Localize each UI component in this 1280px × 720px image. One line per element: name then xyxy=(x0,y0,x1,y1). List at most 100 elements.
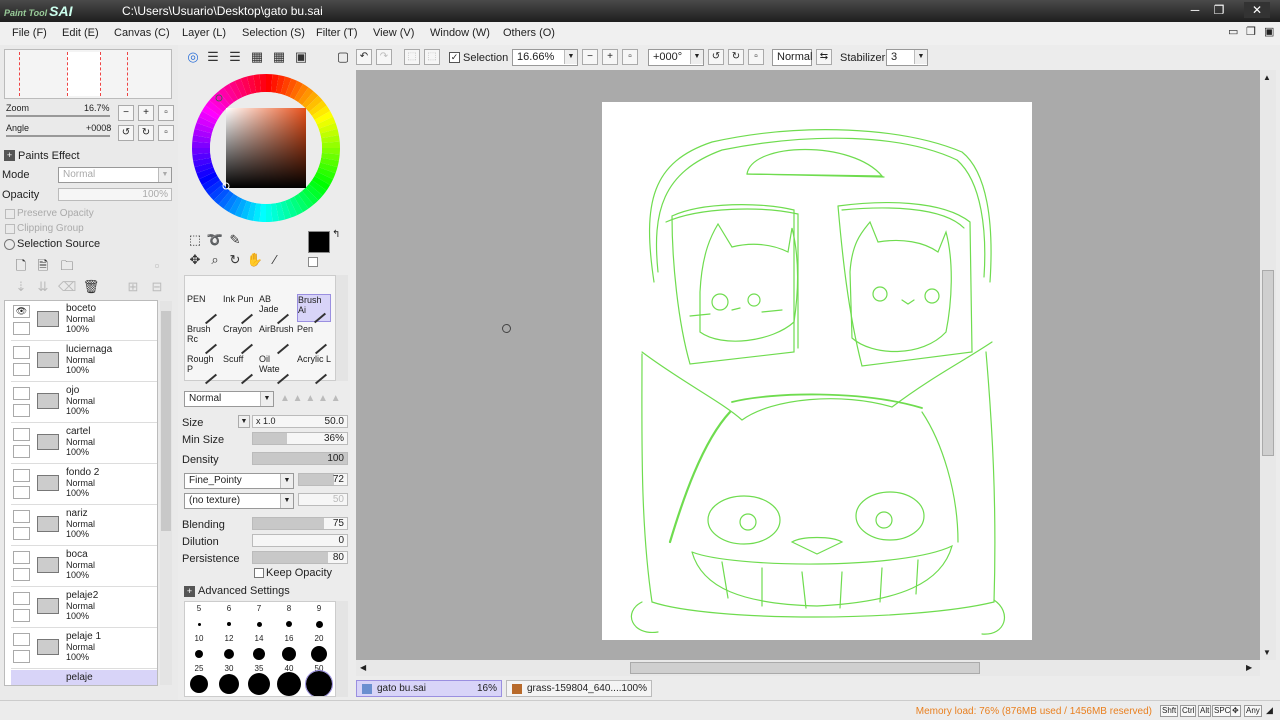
stabilizer-select[interactable]: 3 ▼ xyxy=(886,49,928,66)
deselect-button[interactable]: ⬚ xyxy=(404,49,420,65)
clear-layer-icon[interactable]: ⌫ xyxy=(58,278,76,296)
color-wheel-icon[interactable]: ◎ xyxy=(184,48,202,66)
layer-option-icon[interactable]: ⊟ xyxy=(148,278,166,296)
layer-prop-icon[interactable]: ⊞ xyxy=(124,278,142,296)
rgb-slider-icon[interactable]: ☰ xyxy=(204,48,222,66)
menu-selection[interactable]: Selection (S) xyxy=(242,27,305,39)
brush-airbrush[interactable]: AirBrush xyxy=(259,324,294,355)
brush-shape-buttons[interactable]: ▲ ▲ ▲ ▲ ▲ xyxy=(280,393,350,405)
brush-size-option[interactable] xyxy=(315,620,323,628)
user-swatch-icon[interactable]: ▣ xyxy=(292,48,310,66)
layer-select-checkbox[interactable] xyxy=(13,527,30,540)
zoom-reset-button[interactable]: ▫ xyxy=(158,105,174,121)
mode-select[interactable]: Normal ▼ xyxy=(58,167,172,183)
brush-pen-2[interactable]: Pen xyxy=(297,324,331,355)
brush-size-option[interactable] xyxy=(224,649,234,659)
persistence-slider[interactable]: 80 xyxy=(252,551,348,564)
layer-item[interactable]: boca Normal 100% xyxy=(11,547,157,587)
brush-brush-rc[interactable]: Brush Rc xyxy=(187,324,221,355)
new-layer-icon[interactable]: 🗋 xyxy=(12,257,30,275)
rotate-reset-button[interactable]: ▫ xyxy=(158,125,174,141)
layer-scrollbar[interactable] xyxy=(160,301,172,685)
expand-icon[interactable]: + xyxy=(4,150,15,161)
toolbar-zoom-in[interactable]: + xyxy=(602,49,618,65)
brush-size-option[interactable] xyxy=(195,650,203,658)
hand-icon[interactable]: ✋ xyxy=(246,251,264,269)
eye-icon[interactable] xyxy=(13,551,30,564)
opacity-slider[interactable]: 100% xyxy=(58,188,172,201)
layer-scroll-thumb[interactable] xyxy=(161,311,171,531)
menu-others[interactable]: Others (O) xyxy=(503,27,555,39)
toolbar-zoom-fit[interactable]: ▫ xyxy=(622,49,638,65)
brush-acrylic[interactable]: Acrylic L xyxy=(297,354,331,385)
brush-ink[interactable]: Ink Pun xyxy=(223,294,257,325)
minimize-button[interactable]: ─ xyxy=(1184,2,1206,18)
size-grid-scrollbar[interactable] xyxy=(336,601,348,697)
eye-icon[interactable] xyxy=(13,346,30,359)
brush-size-option[interactable] xyxy=(197,622,201,626)
swap-colors-icon[interactable]: ↰ xyxy=(332,229,340,240)
tab-grass[interactable]: grass-159804_640.... 100% xyxy=(506,680,652,697)
menu-window[interactable]: Window (W) xyxy=(430,27,490,39)
layer-item[interactable]: pelaje xyxy=(11,670,157,685)
lasso-icon[interactable]: ➰ xyxy=(206,231,224,249)
layer-select-checkbox[interactable] xyxy=(13,404,30,417)
scratchpad-icon[interactable]: ▦ xyxy=(270,48,288,66)
eyedropper-icon[interactable]: ⁄ xyxy=(266,251,284,269)
menu-file[interactable]: File (F) xyxy=(12,27,47,39)
brush-rough[interactable]: Rough P xyxy=(187,354,221,385)
close-button[interactable]: ✕ xyxy=(1244,2,1270,18)
zoom-tool-icon[interactable]: ⌕ xyxy=(206,251,224,269)
delete-layer-icon[interactable]: 🗑 xyxy=(82,278,100,296)
flip-button[interactable]: ⇆ xyxy=(816,49,832,65)
layer-select-checkbox[interactable] xyxy=(13,650,30,663)
toolbar-rotate-reset[interactable]: ▫ xyxy=(748,49,764,65)
layer-select-checkbox[interactable] xyxy=(13,322,30,335)
layer-select-checkbox[interactable] xyxy=(13,609,30,622)
merge-down-icon[interactable]: ⇊ xyxy=(34,278,52,296)
hsv-slider-icon[interactable]: ☰ xyxy=(226,48,244,66)
doc-close-icon[interactable]: ▣ xyxy=(1264,25,1274,38)
scroll-right-icon[interactable]: ▶ xyxy=(1246,663,1252,672)
menu-canvas[interactable]: Canvas (C) xyxy=(114,27,170,39)
new-linework-layer-icon[interactable]: 🗎 xyxy=(34,257,52,275)
horizontal-scroll-thumb[interactable] xyxy=(630,662,980,674)
eye-icon[interactable] xyxy=(13,510,30,523)
selection-source-radio[interactable] xyxy=(4,239,15,250)
brush-size-option[interactable] xyxy=(227,622,231,626)
brush-pen[interactable]: PEN xyxy=(187,294,221,325)
eye-icon[interactable] xyxy=(13,428,30,441)
horizontal-scrollbar[interactable]: ◀ ▶ xyxy=(356,660,1260,676)
layer-item[interactable]: cartel Normal 100% xyxy=(11,424,157,464)
keep-opacity-checkbox[interactable] xyxy=(254,568,264,578)
canvas-paper[interactable] xyxy=(602,102,1032,640)
toolbar-rotate-left[interactable]: ↺ xyxy=(708,49,724,65)
tab-gato-bu[interactable]: gato bu.sai 16% xyxy=(356,680,502,697)
rotate-right-button[interactable]: ↻ xyxy=(138,125,154,141)
size-slider[interactable]: x 1.0 50.0 xyxy=(252,415,348,428)
layer-item[interactable]: pelaje2 Normal 100% xyxy=(11,588,157,628)
brush-size-option[interactable] xyxy=(253,648,265,660)
zoom-in-button[interactable]: + xyxy=(138,105,154,121)
layer-item[interactable]: pelaje 1 Normal 100% xyxy=(11,629,157,669)
zoom-out-button[interactable]: − xyxy=(118,105,134,121)
menu-edit[interactable]: Edit (E) xyxy=(62,27,99,39)
blending-slider[interactable]: 75 xyxy=(252,517,348,530)
eye-icon[interactable] xyxy=(13,592,30,605)
brush-size-option[interactable] xyxy=(248,673,270,695)
brush-size-option[interactable] xyxy=(305,670,333,696)
rect-select-icon[interactable]: ⬚ xyxy=(186,231,204,249)
menu-view[interactable]: View (V) xyxy=(373,27,414,39)
view-mode-select[interactable]: Normal xyxy=(772,49,812,66)
layer-item[interactable]: luciernaga Normal 100% xyxy=(11,342,157,382)
zoom-slider[interactable] xyxy=(6,115,110,117)
brush-shape-select[interactable]: Fine_Pointy ▼ xyxy=(184,473,294,489)
redo-button[interactable]: ↷ xyxy=(376,49,392,65)
menu-filter[interactable]: Filter (T) xyxy=(316,27,358,39)
rotate-tool-icon[interactable]: ↻ xyxy=(226,251,244,269)
layer-select-checkbox[interactable] xyxy=(13,486,30,499)
layer-item[interactable]: ojo Normal 100% xyxy=(11,383,157,423)
maximize-button[interactable]: ❐ xyxy=(1208,2,1230,18)
layer-select-checkbox[interactable] xyxy=(13,445,30,458)
brush-size-option[interactable] xyxy=(282,647,296,661)
